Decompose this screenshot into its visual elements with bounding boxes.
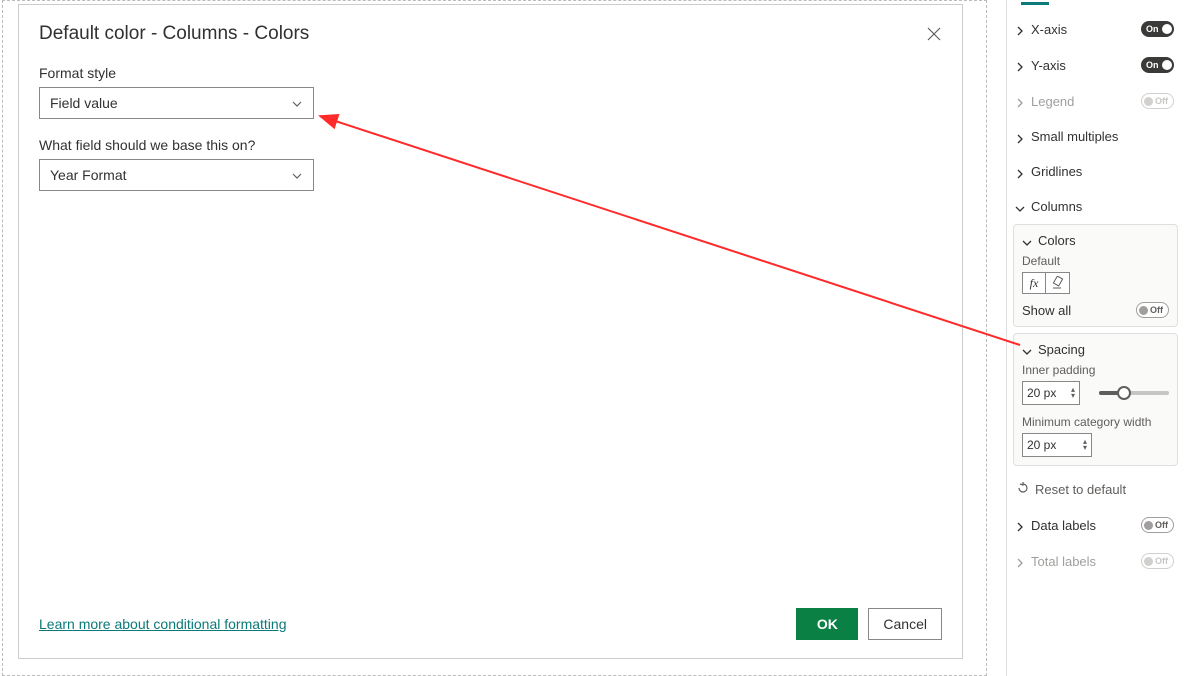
slider-thumb[interactable] bbox=[1117, 386, 1131, 400]
section-y-axis[interactable]: Y-axis On bbox=[1007, 47, 1184, 83]
dialog-footer: Learn more about conditional formatting … bbox=[39, 608, 942, 640]
close-icon[interactable] bbox=[926, 26, 942, 42]
format-style-label: Format style bbox=[39, 65, 942, 81]
section-gridlines[interactable]: Gridlines bbox=[1007, 154, 1184, 189]
chevron-right-icon bbox=[1015, 167, 1025, 177]
chevron-right-icon bbox=[1015, 520, 1025, 530]
chevron-down-icon bbox=[1022, 236, 1032, 246]
dialog-button-row: OK Cancel bbox=[796, 608, 942, 640]
chevron-right-icon bbox=[1015, 556, 1025, 566]
fx-button-group: fx bbox=[1022, 272, 1169, 294]
based-on-value: Year Format bbox=[50, 167, 127, 183]
reset-icon bbox=[1017, 482, 1029, 497]
inner-padding-slider[interactable] bbox=[1099, 391, 1169, 395]
learn-more-link[interactable]: Learn more about conditional formatting bbox=[39, 616, 286, 632]
min-cat-width-label: Minimum category width bbox=[1022, 415, 1169, 429]
chevron-down-icon bbox=[291, 169, 303, 181]
based-on-label: What field should we base this on? bbox=[39, 137, 942, 153]
inner-padding-label: Inner padding bbox=[1022, 363, 1169, 377]
section-label: Spacing bbox=[1038, 342, 1085, 357]
section-label: Colors bbox=[1038, 233, 1076, 248]
data-labels-toggle[interactable]: Off bbox=[1141, 517, 1174, 533]
active-tab-indicator bbox=[1021, 2, 1049, 5]
chevron-right-icon bbox=[1015, 24, 1025, 34]
dialog-title: Default color - Columns - Colors bbox=[39, 23, 309, 45]
section-spacing[interactable]: Spacing bbox=[1022, 342, 1169, 363]
based-on-select[interactable]: Year Format bbox=[39, 159, 314, 191]
section-x-axis[interactable]: X-axis On bbox=[1007, 11, 1184, 47]
chevron-right-icon bbox=[1015, 60, 1025, 70]
section-small-multiples[interactable]: Small multiples bbox=[1007, 119, 1184, 154]
total-labels-toggle: Off bbox=[1141, 553, 1174, 569]
inner-padding-input[interactable]: 20 px ▴▾ bbox=[1022, 381, 1080, 405]
chevron-down-icon bbox=[1022, 345, 1032, 355]
x-axis-toggle[interactable]: On bbox=[1141, 21, 1174, 37]
dialog-header: Default color - Columns - Colors bbox=[39, 23, 942, 45]
section-colors[interactable]: Colors bbox=[1022, 233, 1169, 254]
show-all-toggle[interactable]: Off bbox=[1136, 302, 1169, 318]
section-label: Total labels bbox=[1031, 554, 1096, 569]
show-all-label: Show all bbox=[1022, 303, 1071, 318]
section-label: X-axis bbox=[1031, 22, 1067, 37]
section-label: Small multiples bbox=[1031, 129, 1118, 144]
fx-button[interactable]: fx bbox=[1022, 272, 1046, 294]
section-label: Columns bbox=[1031, 199, 1082, 214]
section-total-labels: Total labels Off bbox=[1007, 543, 1184, 579]
section-columns[interactable]: Columns bbox=[1007, 189, 1184, 224]
min-cat-width-input[interactable]: 20 px ▴▾ bbox=[1022, 433, 1092, 457]
section-label: Y-axis bbox=[1031, 58, 1066, 73]
cancel-button[interactable]: Cancel bbox=[868, 608, 942, 640]
section-legend: Legend Off bbox=[1007, 83, 1184, 119]
ok-button[interactable]: OK bbox=[796, 608, 858, 640]
legend-toggle: Off bbox=[1141, 93, 1174, 109]
eraser-button[interactable] bbox=[1046, 272, 1070, 294]
show-all-row: Show all Off bbox=[1022, 302, 1169, 318]
section-data-labels[interactable]: Data labels Off bbox=[1007, 507, 1184, 543]
chevron-down-icon bbox=[1015, 202, 1025, 212]
y-axis-toggle[interactable]: On bbox=[1141, 57, 1174, 73]
colors-panel: Colors Default fx Show all Off bbox=[1013, 224, 1178, 327]
inner-padding-row: 20 px ▴▾ bbox=[1022, 381, 1169, 405]
chevron-right-icon bbox=[1015, 132, 1025, 142]
spinner-icon: ▴▾ bbox=[1071, 387, 1075, 399]
chevron-down-icon bbox=[291, 97, 303, 109]
reset-to-default[interactable]: Reset to default bbox=[1007, 472, 1184, 507]
format-style-value: Field value bbox=[50, 95, 118, 111]
default-label: Default bbox=[1022, 254, 1169, 268]
section-label: Data labels bbox=[1031, 518, 1096, 533]
chevron-right-icon bbox=[1015, 96, 1025, 106]
spacing-panel: Spacing Inner padding 20 px ▴▾ Minimum c… bbox=[1013, 333, 1178, 466]
section-label: Legend bbox=[1031, 94, 1074, 109]
format-style-select[interactable]: Field value bbox=[39, 87, 314, 119]
spinner-icon: ▴▾ bbox=[1083, 439, 1087, 451]
section-label: Gridlines bbox=[1031, 164, 1082, 179]
format-pane: X-axis On Y-axis On Legend Off Small mul… bbox=[1006, 0, 1184, 676]
conditional-formatting-dialog: Default color - Columns - Colors Format … bbox=[18, 4, 963, 659]
reset-label: Reset to default bbox=[1035, 482, 1126, 497]
